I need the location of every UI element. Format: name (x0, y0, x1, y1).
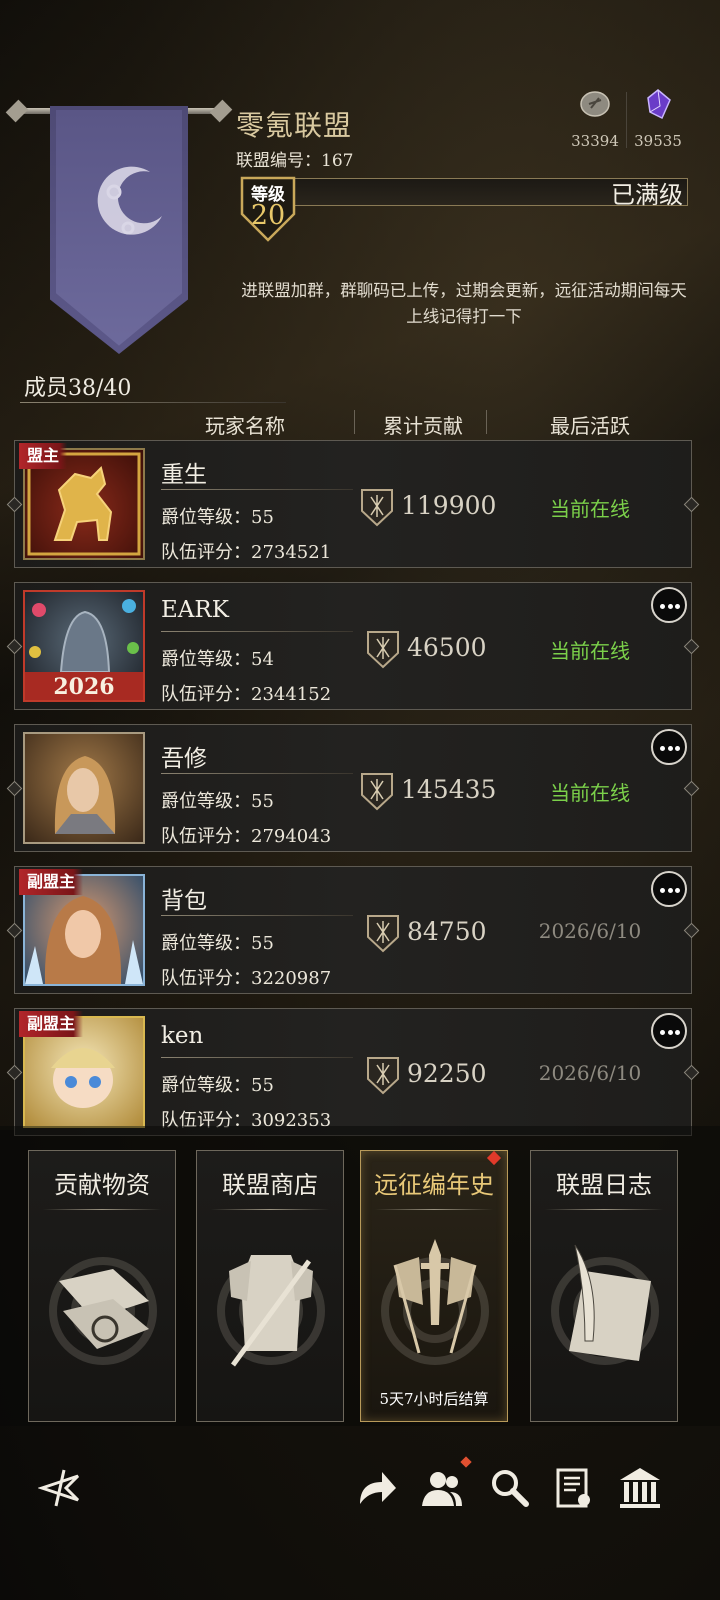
notification-dot (486, 1150, 502, 1166)
alliance-id: 联盟编号：167 (236, 151, 354, 171)
contribution-shield-icon (361, 489, 393, 527)
divider (161, 1057, 353, 1058)
contribution-value: 119900 (401, 491, 497, 520)
player-name: 吾修 (161, 746, 207, 772)
warrior-portrait-icon (54, 756, 116, 834)
hall-icon[interactable] (618, 1466, 662, 1510)
card-title: 远征编年史 (374, 1171, 494, 1199)
divider (161, 631, 353, 632)
card-title: 贡献物资 (54, 1171, 150, 1199)
purple-crystal-icon (647, 89, 671, 120)
currency-crystal[interactable]: 39535 (628, 88, 688, 150)
contribution-value: 46500 (407, 633, 487, 662)
alliance-notice: 进联盟加群，群聊码已上传，过期会更新，远征活动期间每天上线记得打一下 (241, 281, 687, 326)
player-rank: 爵位等级：54 (161, 649, 274, 670)
player-name: 背包 (161, 888, 207, 914)
team-score: 队伍评分：3220987 (161, 968, 332, 989)
currency-divider (626, 92, 627, 148)
contribution-value: 145435 (401, 775, 497, 804)
role-badge-leader: 盟主 (19, 443, 68, 469)
card-contribute-supplies[interactable]: 贡献物资 (28, 1150, 176, 1422)
last-active-status: 当前在线 (550, 781, 630, 805)
supply-scroll-icon (59, 1269, 149, 1349)
members-icon[interactable] (420, 1466, 464, 1510)
contribution-shield-icon (367, 1057, 399, 1095)
more-options-button[interactable] (651, 729, 687, 765)
player-name: 重生 (161, 462, 207, 488)
player-name: ken (161, 1023, 204, 1049)
player-name: EARK (161, 597, 229, 623)
column-header-last-active[interactable]: 最后活跃 (530, 410, 650, 439)
sword-banners-icon (393, 1239, 477, 1354)
avatar[interactable]: 2026 (23, 590, 145, 702)
card-title: 联盟商店 (222, 1171, 318, 1199)
level-badge: 等级 20 (238, 176, 298, 242)
divider (161, 773, 353, 774)
player-rank: 爵位等级：55 (161, 791, 274, 812)
hooded-figure-icon: 2026 (25, 599, 143, 700)
member-row[interactable]: 副盟主 背包 爵位等级：55 队伍评分：3220987 84750 2026/6… (6, 866, 700, 994)
currency-crystal-value: 39535 (634, 132, 682, 150)
stone-coin-icon (580, 91, 610, 117)
last-active-date: 2026/6/10 (538, 1061, 642, 1085)
alliance-name: 零氪联盟 (236, 109, 353, 142)
avatar[interactable] (23, 732, 145, 844)
team-score: 队伍评分：2794043 (161, 826, 332, 847)
level-progress-bar: 已满级 (262, 178, 688, 209)
more-options-button[interactable] (651, 1013, 687, 1049)
player-rank: 爵位等级：55 (161, 1075, 274, 1096)
divider (20, 402, 286, 403)
armor-shop-icon (229, 1255, 313, 1367)
role-badge-vice-leader: 副盟主 (19, 869, 84, 895)
member-row[interactable]: 2026 EARK 爵位等级：54 队伍评分：2344152 46500 当前在… (6, 582, 700, 710)
quill-log-icon (569, 1244, 651, 1361)
player-rank: 爵位等级：55 (161, 507, 274, 528)
level-number: 20 (250, 200, 286, 231)
player-rank: 爵位等级：55 (161, 933, 274, 954)
column-header-contribution[interactable]: 累计贡献 (368, 410, 478, 439)
document-icon[interactable] (552, 1466, 596, 1510)
share-icon[interactable] (354, 1466, 398, 1510)
member-row[interactable]: 副盟主 ken 爵位等级：55 队伍评分：3092353 92250 2026/… (6, 1008, 700, 1136)
column-header-name[interactable]: 玩家名称 (190, 410, 300, 439)
last-active-status: 当前在线 (550, 639, 630, 663)
contribution-value: 84750 (407, 917, 487, 946)
members-count: 成员38/40 (24, 376, 132, 401)
search-icon[interactable] (488, 1466, 532, 1510)
card-expedition-chronicle[interactable]: 远征编年史 5天7小时后结算 (360, 1150, 508, 1422)
contribution-shield-icon (367, 631, 399, 669)
currency-stone-value: 33394 (571, 132, 619, 150)
team-score: 队伍评分：2734521 (161, 542, 332, 563)
moon-emblem-icon (97, 166, 162, 235)
more-options-button[interactable] (651, 587, 687, 623)
divider (161, 489, 353, 490)
last-active-status: 当前在线 (550, 497, 630, 521)
avatar-year-text: 2026 (53, 674, 114, 700)
member-row[interactable]: 盟主 重生 爵位等级：55 队伍评分：2734521 119900 当前在线 (6, 440, 700, 568)
more-options-button[interactable] (651, 871, 687, 907)
team-score: 队伍评分：2344152 (161, 684, 332, 705)
last-active-date: 2026/6/10 (538, 919, 642, 943)
member-row[interactable]: 吾修 爵位等级：55 队伍评分：2794043 145435 当前在线 (6, 724, 700, 852)
divider (161, 915, 353, 916)
card-title: 联盟日志 (556, 1171, 652, 1199)
back-icon[interactable] (38, 1466, 82, 1510)
card-alliance-log[interactable]: 联盟日志 (530, 1150, 678, 1422)
role-badge-vice-leader: 副盟主 (19, 1011, 84, 1037)
column-separator (486, 410, 487, 434)
column-separator (354, 410, 355, 434)
card-alliance-shop[interactable]: 联盟商店 (196, 1150, 344, 1422)
settlement-timer: 5天7小时后结算 (379, 1390, 489, 1408)
currency-stone[interactable]: 33394 (565, 88, 625, 150)
contribution-shield-icon (367, 915, 399, 953)
contribution-value: 92250 (407, 1059, 487, 1088)
contribution-shield-icon (361, 773, 393, 811)
level-status: 已满级 (611, 181, 683, 209)
